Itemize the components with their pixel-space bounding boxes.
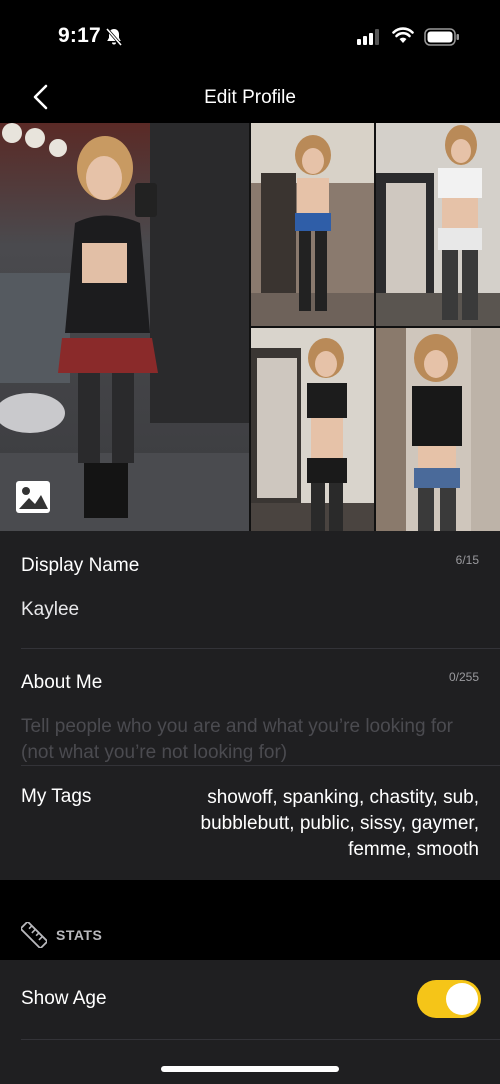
- show-age-row: Show Age: [0, 960, 500, 1040]
- my-tags-label: My Tags: [21, 786, 92, 807]
- display-name-field[interactable]: Kaylee: [21, 599, 79, 621]
- show-age-label: Show Age: [21, 988, 107, 1009]
- status-bar: 9:17: [0, 0, 500, 75]
- gallery-icon[interactable]: [15, 480, 51, 514]
- about-me-counter: 0/255: [448, 670, 479, 684]
- my-tags-field[interactable]: showoff, spanking, chastity, sub, bubble…: [159, 785, 479, 863]
- divider: [21, 765, 500, 766]
- bell-muted-icon: [105, 28, 123, 46]
- about-me-field[interactable]: Tell people who you are and what you’re …: [21, 714, 471, 766]
- photo-grid: [0, 123, 500, 531]
- status-time: 9:17: [58, 24, 101, 47]
- divider: [21, 648, 500, 649]
- show-age-toggle[interactable]: [417, 980, 481, 1018]
- display-name-counter: 6/15: [455, 553, 479, 567]
- page-title: Edit Profile: [204, 87, 296, 108]
- next-row: [0, 1040, 500, 1084]
- home-indicator[interactable]: [161, 1066, 339, 1072]
- about-me-label: About Me: [21, 672, 103, 693]
- profile-photo-3[interactable]: [376, 123, 500, 326]
- wifi-icon: [392, 27, 414, 43]
- ruler-icon: [21, 922, 47, 948]
- battery-icon: [424, 28, 459, 46]
- profile-fields: Display Name 6/15 Kaylee About Me 0/255 …: [0, 531, 500, 880]
- display-name-label: Display Name: [21, 555, 140, 576]
- stats-section-label: STATS: [56, 927, 103, 943]
- profile-photo-4[interactable]: [251, 328, 374, 531]
- profile-photo-5[interactable]: [376, 328, 500, 531]
- profile-photo-main[interactable]: [0, 123, 249, 531]
- cellular-signal-icon: [357, 29, 379, 45]
- toggle-knob: [446, 983, 478, 1015]
- profile-photo-2[interactable]: [251, 123, 374, 326]
- nav-bar: Edit Profile: [0, 75, 500, 123]
- stats-section-header: STATS: [0, 880, 500, 960]
